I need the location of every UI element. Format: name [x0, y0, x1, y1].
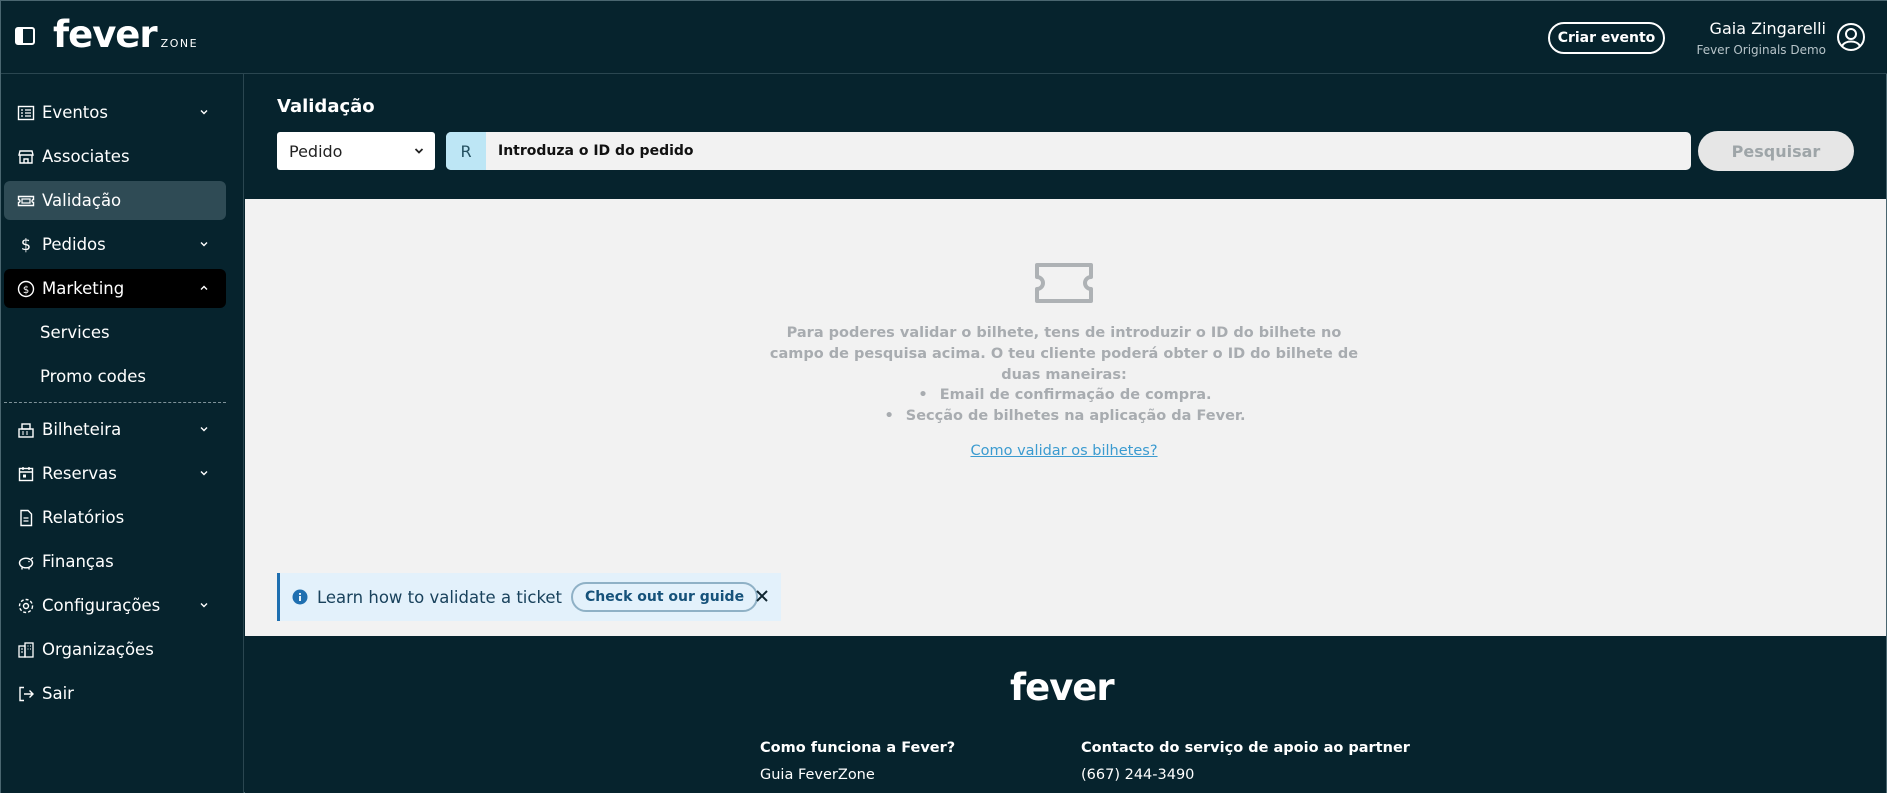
sidebar-subitem-services[interactable]: Services	[40, 323, 110, 342]
chevron-down-icon	[200, 471, 208, 476]
sidebar-item-financas[interactable]: Finanças	[4, 542, 226, 581]
chevron-down-icon	[200, 603, 208, 608]
user-organization: Fever Originals Demo	[1696, 43, 1826, 57]
sidebar: Eventos Associates Validação $ Pedidos $…	[1, 74, 244, 793]
footer-column-help: Como funciona a Fever? Guia FeverZone	[760, 740, 955, 783]
validation-content: Para poderes validar o bilhete, tens de …	[245, 199, 1886, 636]
sidebar-item-label: Eventos	[42, 103, 108, 122]
empty-state-text: Para poderes validar o bilhete, tens de …	[769, 325, 1359, 383]
sidebar-item-associates[interactable]: Associates	[4, 137, 226, 176]
footer-heading: Como funciona a Fever?	[760, 740, 956, 756]
list-item: Email de confirmação de compra.	[805, 385, 1325, 406]
footer-column-contact: Contacto do serviço de apoio ao partner …	[1081, 740, 1410, 783]
sidebar-item-eventos[interactable]: Eventos	[4, 93, 226, 132]
sidebar-item-label: Configurações	[42, 596, 161, 615]
ticket-icon	[17, 195, 35, 206]
search-type-select[interactable]: Pedido	[277, 132, 435, 170]
list-item: Secção de bilhetes na aplicação da Fever…	[805, 406, 1325, 427]
list-icon	[17, 105, 35, 120]
sidebar-item-relatorios[interactable]: Relatórios	[4, 498, 226, 537]
sidebar-item-label: Organizações	[42, 640, 154, 659]
store-icon	[18, 149, 34, 164]
sidebar-item-configuracoes[interactable]: Configurações	[4, 586, 226, 625]
fever-zone-logo[interactable]: fever ZONE	[53, 15, 198, 55]
sidebar-subitem-promo-codes[interactable]: Promo codes	[40, 367, 146, 386]
footer-logo: fever	[1010, 666, 1115, 709]
sidebar-item-label: Pedidos	[42, 235, 106, 254]
search-button[interactable]: Pesquisar	[1698, 131, 1854, 171]
document-icon	[20, 509, 33, 526]
register-icon	[18, 422, 34, 438]
sidebar-item-pedidos[interactable]: $ Pedidos	[4, 225, 226, 264]
sidebar-item-validacao[interactable]: Validação	[4, 181, 226, 220]
banner-text: Learn how to validate a ticket	[317, 587, 563, 607]
chevron-down-icon	[200, 427, 208, 432]
empty-state-list: Email de confirmação de compra. Secção d…	[805, 385, 1325, 427]
chevron-down-icon	[200, 242, 208, 247]
chevron-down-icon	[200, 110, 208, 115]
sidebar-item-organizacoes[interactable]: Organizações	[4, 630, 226, 669]
close-icon[interactable]	[755, 589, 769, 603]
feverzone-guide-link[interactable]: Guia FeverZone	[760, 767, 955, 783]
svg-text:$: $	[23, 285, 29, 296]
sidebar-toggle-icon[interactable]	[15, 27, 35, 45]
footer-heading: Contacto do serviço de apoio ao partner	[1081, 740, 1410, 756]
sidebar-item-label: Finanças	[42, 552, 114, 571]
search-prefix: R	[446, 132, 486, 170]
buildings-icon	[18, 641, 34, 658]
sidebar-item-marketing[interactable]: $ Marketing	[4, 269, 226, 308]
user-avatar-icon[interactable]	[1836, 22, 1866, 52]
create-event-button[interactable]: Criar evento	[1548, 22, 1665, 54]
logo-text: fever	[53, 13, 158, 56]
coin-icon: $	[17, 280, 35, 297]
sidebar-item-bilheteira[interactable]: Bilheteira	[4, 410, 226, 449]
info-icon	[292, 589, 308, 605]
page-title: Validação	[277, 96, 375, 117]
dollar-icon: $	[20, 234, 32, 254]
sidebar-item-reservas[interactable]: Reservas	[4, 454, 226, 493]
logo-subtext: ZONE	[160, 37, 199, 50]
support-phone[interactable]: (667) 244-3490	[1081, 767, 1410, 783]
user-name: Gaia Zingarelli	[1709, 19, 1826, 38]
footer: fever Como funciona a Fever? Guia FeverZ…	[245, 636, 1886, 793]
calendar-icon	[18, 466, 34, 481]
sidebar-item-label: Marketing	[42, 279, 125, 298]
how-to-validate-link[interactable]: Como validar os bilhetes?	[764, 443, 1364, 459]
select-value: Pedido	[289, 141, 343, 161]
logout-icon	[19, 686, 34, 701]
sidebar-item-label: Reservas	[42, 464, 117, 483]
check-guide-button[interactable]: Check out our guide	[571, 582, 759, 612]
piggy-bank-icon	[18, 556, 34, 569]
sidebar-item-label: Sair	[42, 684, 74, 703]
sidebar-item-sair[interactable]: Sair	[4, 674, 226, 713]
search-field[interactable]: R	[446, 132, 1691, 170]
validation-header: Validação Pedido R Pesquisar	[245, 74, 1886, 199]
ticket-icon	[1035, 263, 1093, 303]
sidebar-item-label: Bilheteira	[42, 420, 122, 439]
sidebar-divider	[4, 402, 226, 403]
chevron-up-icon	[200, 285, 208, 290]
top-header: fever ZONE Criar evento Gaia Zingarelli …	[1, 1, 1887, 74]
sidebar-item-label: Associates	[42, 147, 130, 166]
gear-icon	[18, 598, 34, 613]
guide-banner: Learn how to validate a ticket Check out…	[277, 573, 781, 621]
order-id-input[interactable]	[486, 143, 1676, 159]
sidebar-item-label: Validação	[42, 191, 122, 210]
user-info[interactable]: Gaia Zingarelli Fever Originals Demo	[1696, 19, 1826, 57]
sidebar-item-label: Relatórios	[42, 508, 125, 527]
chevron-down-icon	[414, 148, 424, 154]
